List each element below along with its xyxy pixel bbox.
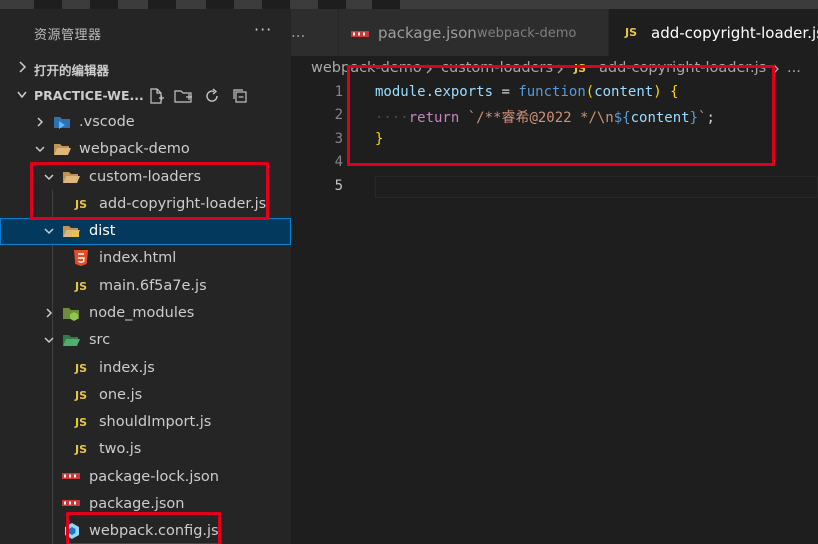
tree-item-label: index.html <box>99 250 177 266</box>
highlight-box-custom-loaders <box>30 162 269 220</box>
tree-item-label: index.js <box>99 360 155 376</box>
js-file-icon: JS <box>74 388 87 402</box>
line-number: 4 <box>334 154 343 170</box>
tab-package-json[interactable]: package.json webpack-demo <box>339 9 609 56</box>
current-line-highlight <box>375 176 818 198</box>
tree-item-label: shouldImport.js <box>99 414 212 430</box>
npm-file-icon <box>62 469 80 485</box>
explorer-title: 资源管理器 <box>34 28 102 43</box>
line-number: 1 <box>334 84 343 100</box>
tab-add-copyright-loader[interactable]: JS add-copyright-loader.js <box>609 9 818 56</box>
chevron-right-icon <box>46 308 53 318</box>
refresh-icon[interactable] <box>202 86 222 106</box>
window-top-strip <box>0 0 818 9</box>
breadcrumb-item[interactable]: ... <box>787 60 801 76</box>
js-file-icon: JS <box>625 26 638 39</box>
tree-item-label: webpack-demo <box>79 141 190 157</box>
tab-overflow[interactable]: ... <box>291 9 339 56</box>
folder-open-icon <box>53 141 71 157</box>
tree-item-package-lock-json[interactable]: package-lock.json <box>0 464 291 491</box>
open-editors-section[interactable]: 打开的编辑器 <box>0 56 291 80</box>
chevron-down-icon <box>17 91 27 99</box>
new-file-icon[interactable] <box>146 86 166 106</box>
chevron-down-icon <box>44 337 54 344</box>
line-number: 3 <box>334 131 343 147</box>
npm-file-icon <box>62 496 80 512</box>
tab-label: package.json <box>378 24 477 42</box>
tree-item-index-js[interactable]: JS index.js <box>0 355 291 382</box>
tree-item-label: src <box>89 332 111 348</box>
tab-overflow-label: ... <box>291 23 306 41</box>
tree-item-label: one.js <box>99 387 143 403</box>
tree-item-vscode[interactable]: .vscode <box>0 109 291 136</box>
tree-item-index-html[interactable]: index.html <box>0 245 291 272</box>
highlight-box-webpack-config <box>66 512 221 544</box>
line-number: 2 <box>334 107 343 123</box>
tree-item-shouldimport-js[interactable]: JS shouldImport.js <box>0 409 291 436</box>
tree-item-label: .vscode <box>79 114 135 130</box>
js-file-icon: JS <box>74 279 87 293</box>
chevron-down-icon <box>44 228 54 235</box>
tree-item-label: package.json <box>89 496 185 512</box>
line-number: 5 <box>334 178 343 194</box>
tree-item-src[interactable]: src <box>0 327 291 354</box>
chevron-right-icon <box>37 117 44 127</box>
vscode-folder-icon <box>53 114 71 130</box>
npm-file-icon <box>351 28 369 43</box>
collapse-all-icon[interactable] <box>230 86 250 106</box>
tree-item-label: node_modules <box>89 305 195 321</box>
tree-item-label: dist <box>89 223 116 239</box>
tree-item-dist[interactable]: dist <box>0 218 291 245</box>
highlight-box-code <box>347 65 775 166</box>
tree-item-label: two.js <box>99 441 142 457</box>
tree-item-one-js[interactable]: JS one.js <box>0 382 291 409</box>
open-editors-label: 打开的编辑器 <box>34 63 110 78</box>
tree-item-label: main.6f5a7e.js <box>99 278 207 294</box>
more-actions-icon[interactable]: ··· <box>254 20 272 39</box>
dist-folder-icon <box>62 223 80 239</box>
explorer-actions <box>146 84 250 108</box>
tab-description: webpack-demo <box>477 26 577 41</box>
tree-item-node-modules[interactable]: node_modules <box>0 300 291 327</box>
editor-tab-bar: ... package.json webpack-demo JS add-cop… <box>291 9 818 56</box>
js-file-icon: JS <box>74 361 87 375</box>
tree-item-two-js[interactable]: JS two.js <box>0 436 291 463</box>
chevron-right-icon <box>19 61 27 73</box>
tree-item-webpack-demo[interactable]: webpack-demo <box>0 136 291 163</box>
workspace-label: PRACTICE-WE... <box>34 88 144 103</box>
js-file-icon: JS <box>74 442 87 456</box>
tab-label: add-copyright-loader.js <box>651 24 818 42</box>
js-file-icon: JS <box>74 415 87 429</box>
explorer-header: 资源管理器 ··· <box>0 9 291 54</box>
new-folder-icon[interactable] <box>174 86 194 106</box>
chevron-down-icon <box>35 146 45 153</box>
src-folder-icon <box>62 332 80 348</box>
node-folder-icon <box>62 305 80 321</box>
html5-file-icon <box>72 250 90 266</box>
tree-item-label: package-lock.json <box>89 469 219 485</box>
tree-item-main-js[interactable]: JS main.6f5a7e.js <box>0 273 291 300</box>
workspace-section[interactable]: PRACTICE-WE... <box>0 84 291 108</box>
explorer-sidebar: 资源管理器 ··· 打开的编辑器 PRACTICE-WE... .vscode … <box>0 9 291 544</box>
